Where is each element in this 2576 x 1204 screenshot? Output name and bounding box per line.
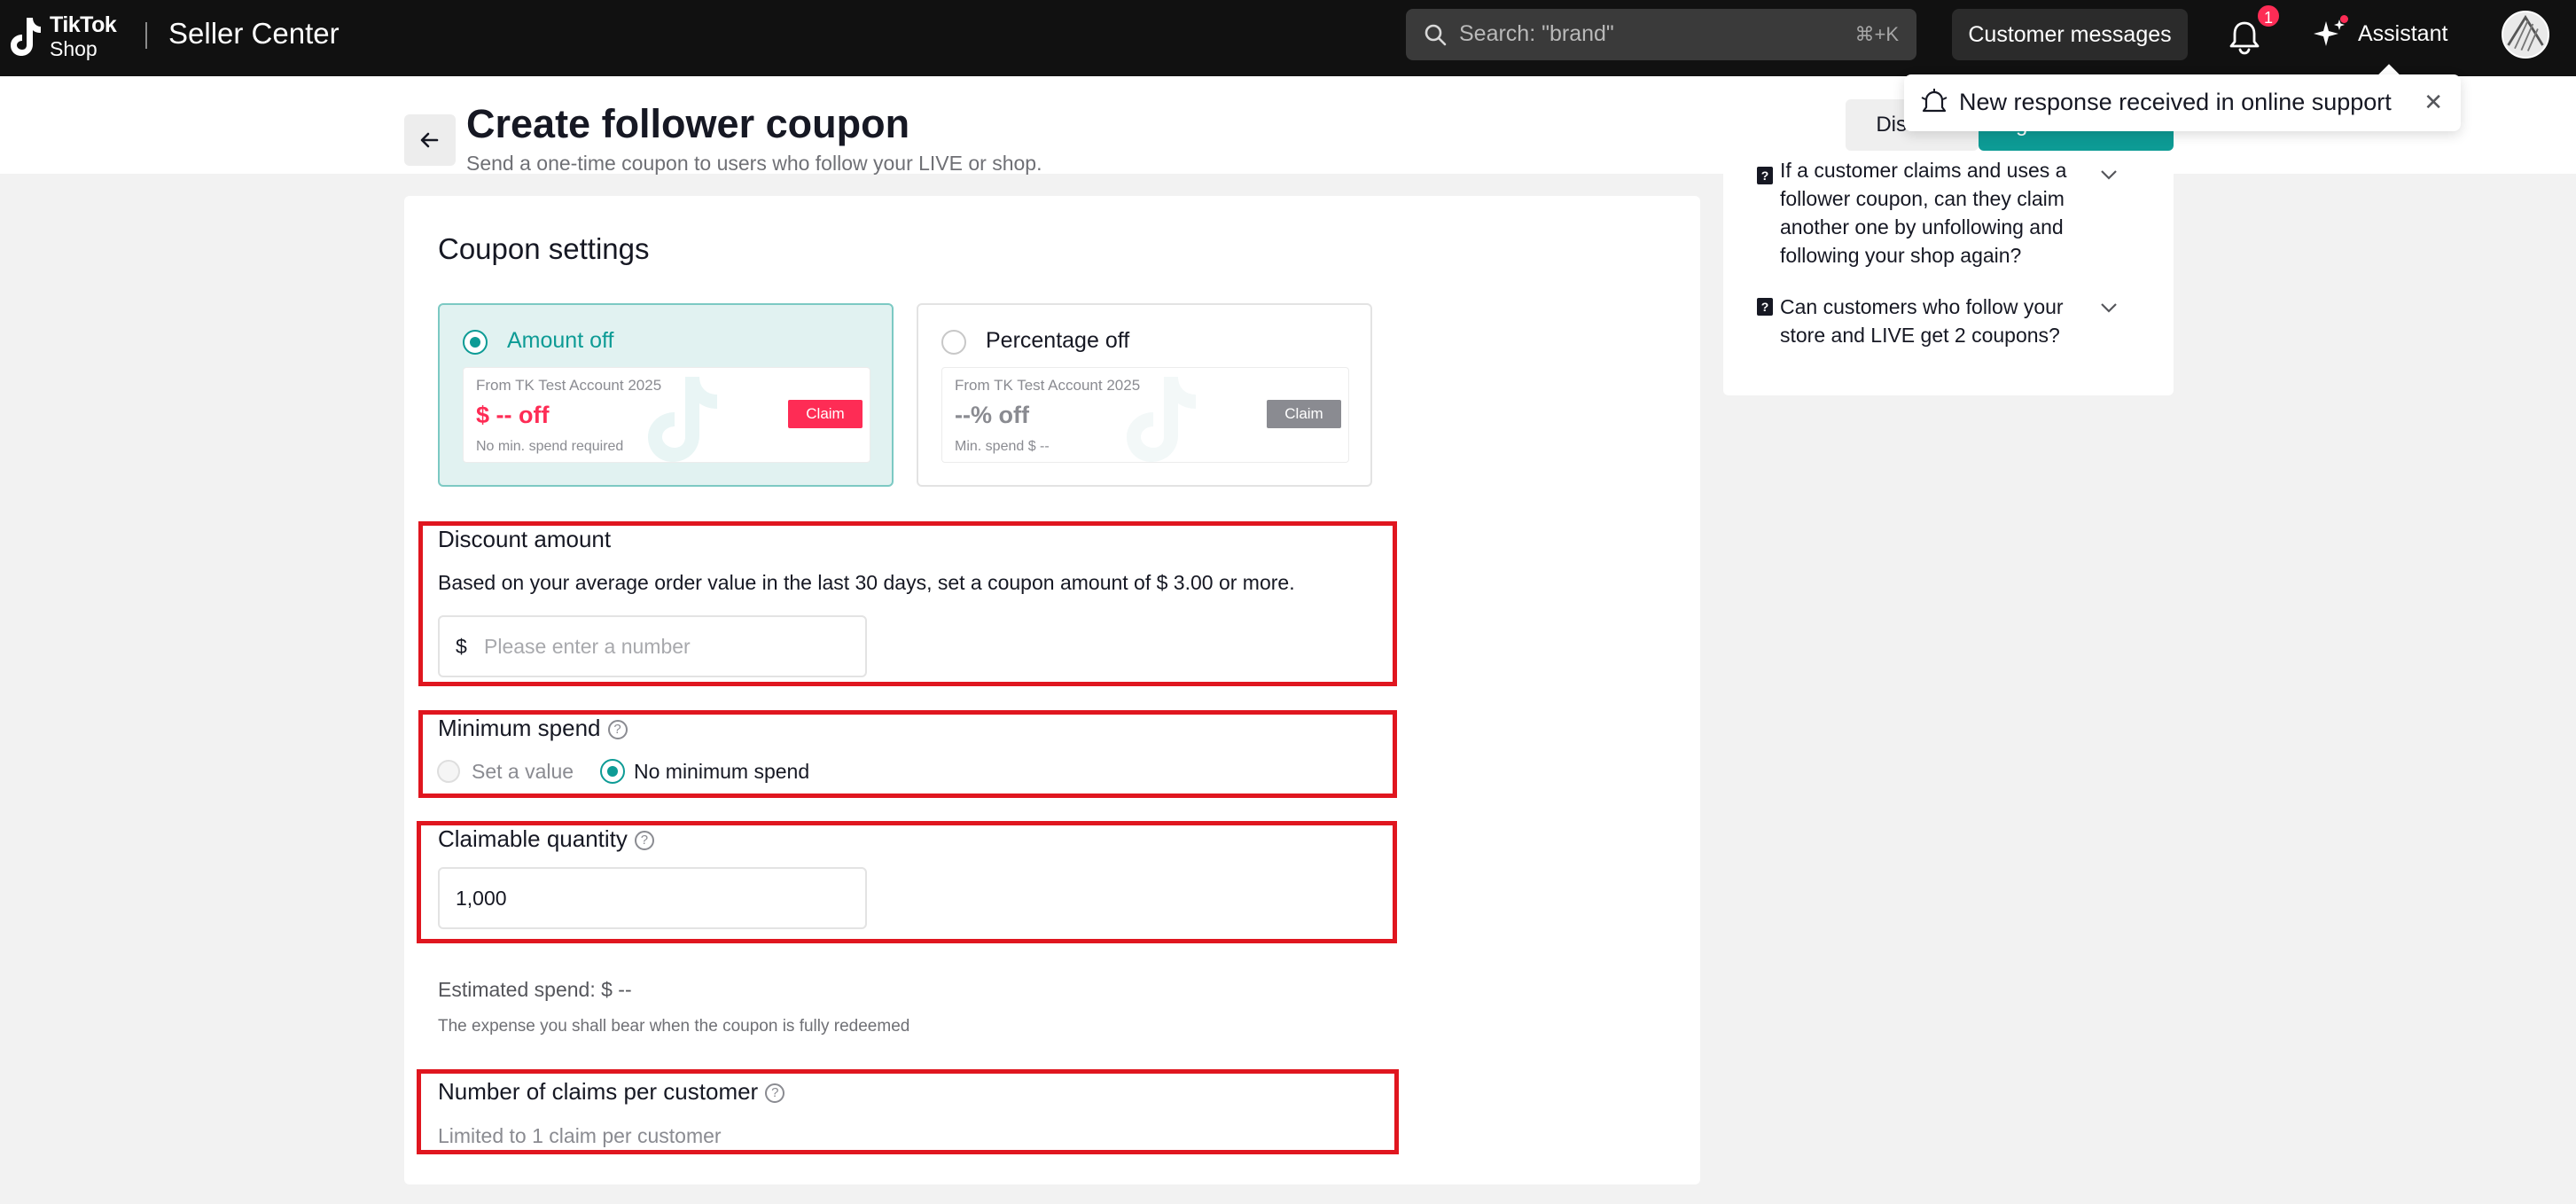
claimable-quantity-input[interactable]: 1,000 [438, 867, 867, 929]
faq-item[interactable]: ? Can customers who follow your store an… [1757, 293, 2129, 355]
faq-question: If a customer claims and uses a follower… [1780, 159, 2067, 267]
coupon-type-percentage-off[interactable]: Percentage off From TK Test Account 2025… [917, 303, 1372, 487]
arrow-left-icon [420, 132, 439, 148]
claimable-quantity-value: 1,000 [456, 887, 507, 910]
coupon-type-label: Percentage off [986, 328, 1130, 353]
user-avatar[interactable] [2502, 11, 2549, 59]
support-alert-icon [1921, 89, 1948, 113]
search-placeholder: Search: "brand" [1459, 21, 1614, 46]
page-title: Create follower coupon [466, 101, 910, 146]
minimum-spend-label-text: Minimum spend [438, 715, 601, 741]
coupon-preview: From TK Test Account 2025 $ -- off No mi… [463, 367, 870, 463]
search-icon [1425, 24, 1447, 46]
claimable-quantity-label: Claimable quantity? [438, 825, 654, 853]
logo-divider [145, 22, 147, 49]
customer-messages-button[interactable]: Customer messages [1952, 9, 2188, 60]
assistant-button[interactable]: Assistant [2358, 21, 2447, 47]
coupon-type-amount-off[interactable]: Amount off From TK Test Account 2025 $ -… [438, 303, 894, 487]
claims-per-customer-label-text: Number of claims per customer [438, 1078, 759, 1105]
set-a-value-label: Set a value [472, 760, 574, 783]
toast-message: New response received in online support [1959, 89, 2392, 115]
discount-amount-input[interactable]: $ Please enter a number [438, 615, 867, 677]
coupon-type-label: Amount off [507, 328, 614, 353]
no-minimum-spend-label: No minimum spend [634, 760, 810, 783]
percentage-off-radio[interactable] [941, 330, 966, 355]
tiktok-logo-icon [11, 18, 41, 56]
minimum-spend-label: Minimum spend? [438, 715, 628, 742]
discount-amount-description: Based on your average order value in the… [438, 571, 1295, 594]
set-a-value-radio[interactable] [437, 760, 460, 783]
coupon-preview: From TK Test Account 2025 --% off Min. s… [941, 367, 1349, 463]
page-subtitle: Send a one-time coupon to users who foll… [466, 152, 1042, 175]
claims-per-customer-label: Number of claims per customer? [438, 1078, 785, 1106]
preview-note: No min. spend required [476, 439, 624, 454]
discount-amount-label: Discount amount [438, 526, 612, 552]
bell-icon[interactable] [2228, 20, 2261, 55]
global-search-input[interactable]: Search: "brand" ⌘+K [1406, 9, 1916, 60]
preview-claim-button: Claim [1267, 400, 1341, 428]
no-minimum-spend-radio[interactable] [600, 759, 625, 784]
chevron-down-icon [2101, 303, 2117, 313]
question-icon: ? [1757, 167, 1773, 184]
help-icon[interactable]: ? [607, 720, 628, 740]
preview-from-text: From TK Test Account 2025 [476, 377, 662, 394]
estimated-spend-note: The expense you shall bear when the coup… [438, 1017, 910, 1036]
estimated-spend-label: Estimated spend: $ -- [438, 978, 632, 1001]
logo-text-shop: Shop [50, 37, 98, 60]
preview-claim-button: Claim [788, 400, 863, 428]
tiktok-shop-logo[interactable]: TikTok Shop [7, 11, 122, 64]
preview-from-text: From TK Test Account 2025 [955, 377, 1141, 394]
claimable-quantity-label-text: Claimable quantity [438, 825, 628, 852]
faq-question: Can customers who follow your store and … [1780, 295, 2064, 347]
assistant-unread-dot [2340, 15, 2348, 23]
notification-badge: 1 [2256, 4, 2281, 28]
coupon-settings-title: Coupon settings [438, 232, 650, 265]
help-icon[interactable]: ? [765, 1083, 785, 1104]
claims-per-customer-value: Limited to 1 claim per customer [438, 1124, 722, 1147]
discount-amount-placeholder: Please enter a number [484, 635, 691, 658]
currency-prefix: $ [456, 635, 467, 658]
back-button[interactable] [404, 114, 456, 166]
chevron-down-icon [2101, 170, 2117, 180]
preview-value: $ -- off [476, 402, 550, 428]
logo-text-tiktok: TikTok [50, 12, 117, 37]
preview-value: --% off [955, 402, 1029, 428]
notification-toast: New response received in online support … [1904, 74, 2461, 131]
top-navigation-bar: TikTok Shop Seller Center Search: "brand… [0, 0, 2576, 76]
question-icon: ? [1757, 298, 1773, 316]
avatar-image [2503, 12, 2548, 57]
close-icon[interactable]: ✕ [2424, 89, 2443, 116]
app-title: Seller Center [168, 17, 340, 50]
help-icon[interactable]: ? [634, 831, 654, 851]
amount-off-radio[interactable] [463, 330, 488, 355]
search-shortcut: ⌘+K [1854, 23, 1899, 45]
faq-item[interactable]: ? If a customer claims and uses a follow… [1757, 156, 2129, 271]
preview-note: Min. spend $ -- [955, 439, 1050, 454]
